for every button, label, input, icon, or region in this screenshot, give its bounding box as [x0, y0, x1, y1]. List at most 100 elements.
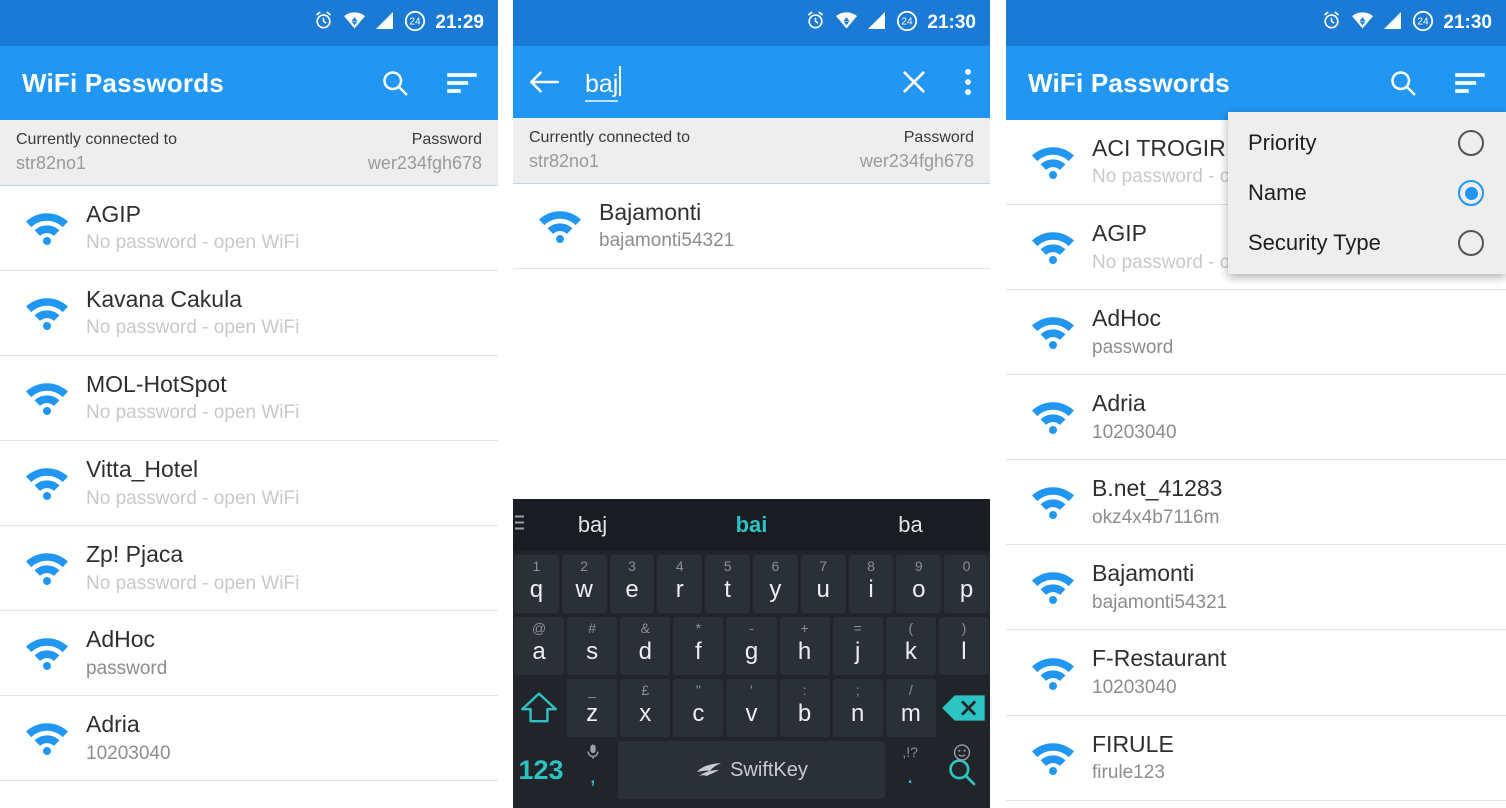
- sort-option-label: Priority: [1248, 130, 1317, 155]
- wifi-icon: [1351, 11, 1374, 35]
- sort-option-radio[interactable]: [1458, 230, 1484, 256]
- key-v[interactable]: ' v: [726, 679, 777, 737]
- wifi-signal-icon: [24, 466, 86, 501]
- shift-arrow-icon[interactable]: [514, 679, 564, 737]
- key-g[interactable]: -g: [726, 617, 777, 675]
- sort-option-security-type[interactable]: Security Type: [1228, 218, 1506, 268]
- more-vertical-icon[interactable]: [964, 68, 972, 96]
- key-r[interactable]: 4r: [657, 555, 703, 613]
- key-alt-label: ): [961, 620, 967, 636]
- key-b[interactable]: :b: [779, 679, 830, 737]
- close-icon[interactable]: [900, 68, 928, 96]
- wifi-password: 10203040: [1092, 421, 1177, 443]
- emoji-icon[interactable]: [953, 744, 971, 764]
- search-input[interactable]: baj: [585, 62, 900, 102]
- wifi-list-item[interactable]: F-Restaurant 10203040: [1006, 630, 1506, 716]
- key-z[interactable]: _ z: [567, 679, 618, 737]
- wifi-signal-icon: [1030, 485, 1092, 520]
- key-o[interactable]: 9o: [896, 555, 942, 613]
- wifi-list-item[interactable]: Zp! Pjaca No password - open WiFi: [0, 526, 498, 612]
- key-label: m: [900, 699, 921, 727]
- key-c[interactable]: " c: [673, 679, 724, 737]
- key-p[interactable]: 0p: [944, 555, 989, 613]
- sort-option-name[interactable]: Name: [1228, 168, 1506, 218]
- hamburger-icon[interactable]: [515, 514, 531, 537]
- search-icon[interactable]: [380, 68, 410, 98]
- key-label: d: [638, 637, 652, 665]
- wifi-list-item[interactable]: Adria 10203040: [0, 696, 498, 782]
- search-icon[interactable]: [1388, 68, 1418, 98]
- wifi-list-item[interactable]: MOL-HotSpot No password - open WiFi: [0, 356, 498, 442]
- wifi-signal-icon: [24, 636, 86, 671]
- key-q[interactable]: 1q: [514, 555, 559, 613]
- suggestion-2[interactable]: ba: [831, 512, 990, 538]
- space-key[interactable]: SwiftKey: [617, 741, 886, 799]
- key-e[interactable]: 3e: [609, 555, 655, 613]
- key-label: h: [797, 637, 812, 665]
- wifi-signal-icon: [1030, 400, 1092, 435]
- key-k[interactable]: (k: [885, 617, 936, 675]
- sort-icon[interactable]: [1454, 70, 1486, 96]
- key-y[interactable]: 6y: [753, 555, 798, 613]
- wifi-item-texts: B.net_41283 okz4x4b7116m: [1092, 474, 1222, 530]
- key-l[interactable]: ) l: [938, 617, 989, 675]
- key-label: j: [855, 637, 861, 665]
- key-f[interactable]: * f: [673, 617, 724, 675]
- search-key[interactable]: [935, 741, 989, 799]
- toolbar-actions: [1388, 68, 1486, 98]
- signal-icon: [867, 11, 887, 35]
- wifi-ssid: Vitta_Hotel: [86, 456, 199, 483]
- key-label: v: [745, 699, 758, 727]
- key-alt-label: /: [908, 682, 913, 698]
- key-j[interactable]: = j: [832, 617, 883, 675]
- comma-key[interactable]: ,: [571, 741, 615, 799]
- key-x[interactable]: £ x: [620, 679, 671, 737]
- sort-option-radio[interactable]: [1458, 180, 1484, 206]
- backspace-icon[interactable]: [939, 679, 989, 737]
- wifi-list-item[interactable]: Bajamonti bajamonti54321: [513, 184, 990, 269]
- wifi-password: password: [1092, 336, 1174, 358]
- wifi-list-item[interactable]: AdHoc password: [1006, 290, 1506, 376]
- wifi-list-item[interactable]: Adria 10203040: [1006, 375, 1506, 461]
- key-a[interactable]: @ a: [514, 617, 565, 675]
- connected-label: Currently connected to: [529, 129, 690, 146]
- sort-icon[interactable]: [446, 70, 478, 96]
- wifi-list-item[interactable]: B.net_41283 okz4x4b7116m: [1006, 460, 1506, 546]
- wifi-list-item[interactable]: AGIP No password - open WiFi: [0, 186, 498, 271]
- key-u[interactable]: 7u: [800, 555, 846, 613]
- wifi-list-item[interactable]: Bajamonti bajamonti54321: [1006, 545, 1506, 631]
- key-label: p: [959, 575, 974, 603]
- status-bar-time: 21:30: [927, 12, 976, 33]
- wifi-list-item[interactable]: Kavana Cakula No password - open WiFi: [0, 271, 498, 357]
- key-h[interactable]: + h: [779, 617, 830, 675]
- svg-text:24: 24: [902, 16, 914, 27]
- key-label: f: [695, 637, 702, 665]
- key-n[interactable]: ; n: [832, 679, 883, 737]
- key-s[interactable]: # s: [567, 617, 618, 675]
- key-i[interactable]: 8i: [848, 555, 894, 613]
- suggestion-1[interactable]: bai: [672, 512, 831, 538]
- period-key[interactable]: ,!? .: [888, 741, 932, 799]
- wifi-icon: [835, 11, 858, 35]
- wifi-ssid: MOL-HotSpot: [86, 371, 227, 398]
- key-alt-label: 3: [628, 558, 636, 574]
- key-m[interactable]: / m: [885, 679, 936, 737]
- key-alt-label: _: [588, 682, 597, 698]
- key-label: x: [639, 699, 652, 727]
- key-t[interactable]: 5t: [705, 555, 750, 613]
- sort-option-radio[interactable]: [1458, 130, 1484, 156]
- key-label: k: [904, 637, 917, 665]
- key-w[interactable]: 2w: [561, 555, 607, 613]
- wifi-list-item[interactable]: FIRULE firule123: [1006, 716, 1506, 801]
- wifi-list-item[interactable]: Vitta_Hotel No password - open WiFi: [0, 441, 498, 527]
- key-alt-label: 1: [532, 558, 541, 574]
- wifi-item-texts: AdHoc password: [1092, 304, 1173, 360]
- key-d[interactable]: & d: [620, 617, 671, 675]
- suggestion-0[interactable]: baj: [513, 512, 672, 538]
- key-label: i: [868, 575, 874, 603]
- sort-option-priority[interactable]: Priority: [1228, 118, 1506, 168]
- back-arrow-icon[interactable]: [529, 69, 559, 95]
- connected-label: Currently connected to: [16, 131, 177, 148]
- wifi-list-item[interactable]: AdHoc password: [0, 611, 498, 697]
- numbers-key[interactable]: 123: [514, 741, 568, 799]
